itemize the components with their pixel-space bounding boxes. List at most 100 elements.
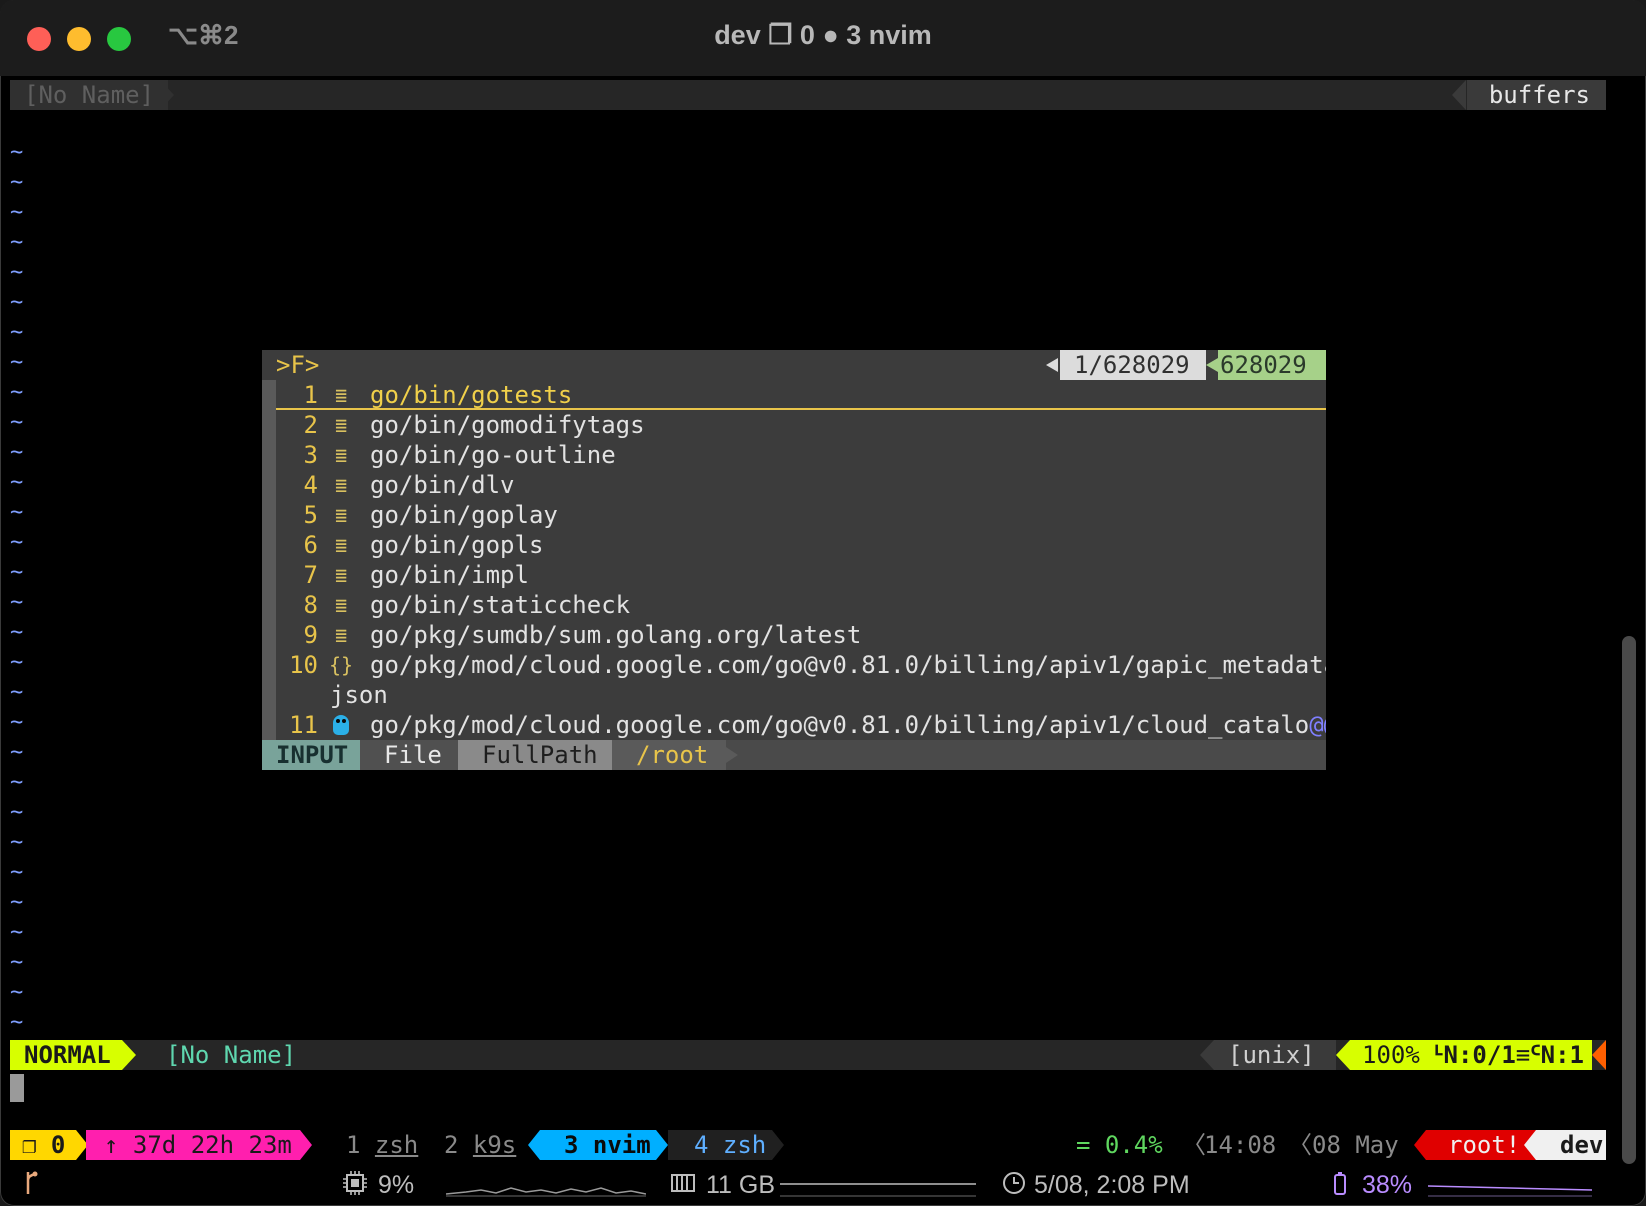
result-path: go/bin/dlv [370,471,515,499]
counter-arrow [1046,358,1058,372]
file-lines-icon: ≣ [334,623,348,647]
tmux-date: 08 May [1312,1131,1399,1159]
result-row[interactable]: 4 ≣ go/bin/dlv [276,470,1326,500]
buffers-label: buffers [1466,80,1606,110]
command-line-cursor[interactable] [10,1074,24,1102]
tmux-window-2[interactable]: 2 k9s [444,1130,516,1160]
window-name: zsh [722,1131,767,1159]
tmux-user: root! [1426,1130,1536,1160]
window-name: nvim [592,1131,651,1159]
result-row[interactable]: 11 go/pkg/mod/cloud.google.com/go@v0.81.0… [276,710,1326,740]
empty-line-tilde: ~ [10,410,24,435]
column-info: :1 [1555,1041,1584,1069]
result-number: 7 [303,561,318,589]
empty-line-tilde: ~ [10,590,24,615]
active-window-right-arrow [656,1130,668,1160]
result-number: 11 [289,711,318,739]
fuzzy-finder-popup: >F> 1/628029 628029 1 ≣ go/bin/gotests 2 ≣ go… [262,350,1326,770]
truncation-marker: @@@ [1309,711,1326,739]
tmux-session[interactable]: ❐ 0 [10,1130,76,1160]
tmux-uptime: ↑ 37d 22h 23m [86,1130,300,1160]
finder-cwd: /root [612,740,726,770]
terminal-window: ⌥⌘2 dev ❐ 0 ● 3 nvim [No Name] buffers ~… [0,0,1646,1206]
empty-line-tilde: ~ [10,920,24,945]
empty-line-tilde: ~ [10,470,24,495]
empty-line-tilde: ~ [10,800,24,825]
empty-line-tilde: ~ [10,770,24,795]
empty-line-tilde: ~ [10,680,24,705]
empty-line-tilde: ~ [10,890,24,915]
nvim-tabline: [No Name] buffers [10,80,1606,110]
title-bar: ⌥⌘2 dev ❐ 0 ● 3 nvim [0,0,1646,76]
empty-line-tilde: ~ [10,440,24,465]
result-number: 3 [303,441,318,469]
result-row[interactable]: 9 ≣ go/pkg/sumdb/sum.golang.org/latest [276,620,1326,650]
empty-line-tilde: ~ [10,530,24,555]
result-row[interactable]: 7 ≣ go/bin/impl [276,560,1326,590]
empty-line-tilde: ~ [10,290,24,315]
finder-provider: File [360,740,458,770]
result-number: 2 [303,411,318,439]
file-lines-icon: ≣ [334,383,348,407]
empty-line-tilde: ~ [10,230,24,255]
empty-line-tilde: ~ [10,980,24,1005]
file-lines-icon: ≣ [334,443,348,467]
empty-line-tilde: ~ [10,500,24,525]
user-arrow [1414,1130,1426,1160]
window-index: 2 [444,1131,459,1159]
result-row[interactable]: 8 ≣ go/bin/staticcheck [276,590,1326,620]
system-datetime: 5/08, 2:08 PM [1034,1171,1190,1199]
match-position: 1/628029 [1060,350,1206,380]
empty-line-tilde: ~ [10,710,24,735]
result-row[interactable]: 1 ≣ go/bin/gotests [276,380,1326,410]
active-window-left-arrow [528,1130,540,1160]
tmux-window-4[interactable]: 4 zsh [668,1130,772,1160]
result-path: go/pkg/sumdb/sum.golang.org/latest [370,621,862,649]
total-arrow [1206,358,1218,372]
result-path: go/bin/goplay [370,501,558,529]
memory-sparkline [780,1183,976,1197]
result-path: go/bin/go-outline [370,441,616,469]
fileformat-arrow [1200,1040,1214,1070]
position-arrow [1336,1040,1350,1070]
tmux-window-1[interactable]: 1 zsh [346,1130,418,1160]
window-index: 3 [564,1131,579,1159]
result-number: 6 [303,531,318,559]
column-number-icon: ᑦN [1530,1041,1556,1069]
file-lines-icon: ≣ [334,563,348,587]
clock-icon [1002,1170,1026,1200]
result-row[interactable]: 6 ≣ go/bin/gopls [276,530,1326,560]
empty-line-tilde: ~ [10,950,24,975]
mode-indicator: NORMAL [10,1040,122,1070]
result-path-continuation: json [330,681,388,709]
empty-line-tilde: ~ [10,830,24,855]
result-number: 10 [289,651,318,679]
memory-icon [670,1170,696,1200]
result-row-wrap: json [276,680,1326,710]
result-path: go/pkg/mod/cloud.google.com/go@v0.81.0/b… [370,651,1326,679]
uptime-arrow [300,1130,312,1160]
file-lines-icon: ≣ [334,533,348,557]
result-row[interactable]: 5 ≣ go/bin/goplay [276,500,1326,530]
file-lines-icon: ≣ [334,503,348,527]
tmux-time: 14:08 [1204,1131,1277,1159]
empty-line-tilde: ~ [10,620,24,645]
cpu-usage: 9% [378,1171,415,1199]
git-branch-icon [22,1170,40,1200]
memory-usage: 11 GB [706,1171,776,1199]
result-path: go/bin/gomodifytags [370,411,645,439]
finder-matcher: FullPath [458,740,612,770]
battery-sparkline [1428,1185,1592,1197]
window-name: zsh [374,1131,419,1159]
result-row[interactable]: 3 ≣ go/bin/go-outline [276,440,1326,470]
cursor-position: 100% ᒻN:0/1≡ᑦN:1 [1350,1040,1592,1070]
tmux-window-3-active[interactable]: 3 nvim [540,1130,656,1160]
empty-line-tilde: ~ [10,200,24,225]
buffer-tab[interactable]: [No Name] [10,80,169,110]
result-row[interactable]: 2 ≣ go/bin/gomodifytags [276,410,1326,440]
finder-prompt[interactable]: >F> [276,350,319,380]
empty-line-tilde: ~ [10,320,24,345]
result-row[interactable]: 10 {} go/pkg/mod/cloud.google.com/go@v0.81… [276,650,1326,680]
empty-line-tilde: ~ [10,740,24,765]
scrollbar-thumb[interactable] [1622,636,1636,1164]
